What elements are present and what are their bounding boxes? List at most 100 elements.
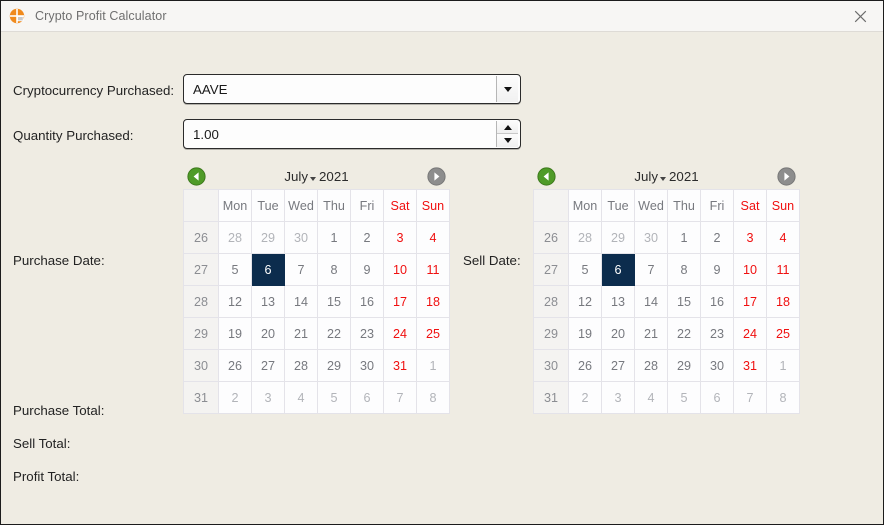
next-month-button[interactable] [427,166,446,186]
calendar-day[interactable]: 4 [416,221,450,254]
calendar-day[interactable]: 16 [350,285,384,318]
calendar-day[interactable]: 2 [218,381,252,414]
calendar-day[interactable]: 2 [568,381,602,414]
calendar-day[interactable]: 16 [700,285,734,318]
calendar-day[interactable]: 13 [251,285,285,318]
calendar-day[interactable]: 5 [667,381,701,414]
calendar-day[interactable]: 10 [383,253,417,286]
calendar-day[interactable]: 3 [733,221,767,254]
calendar-day[interactable]: 8 [667,253,701,286]
calendar-day-selected[interactable]: 6 [601,253,635,286]
quantity-decrement-button[interactable] [497,134,518,147]
calendar-day[interactable]: 28 [218,221,252,254]
year-label[interactable]: 2021 [319,169,349,184]
calendar-day[interactable]: 24 [383,317,417,350]
calendar-day[interactable]: 7 [284,253,318,286]
calendar-day[interactable]: 28 [568,221,602,254]
calendar-grid[interactable]: Mon Tue Wed Thu Fri Sat Sun 26 28 29 30 1 2 3 4 27 5 6 7 8… [183,189,450,414]
calendar-day[interactable]: 9 [350,253,384,286]
calendar-day[interactable]: 10 [733,253,767,286]
year-label[interactable]: 2021 [669,169,699,184]
calendar-weeks[interactable]: 26 28 29 30 1 2 3 4 27 5 6 7 8 9 10 11 28 12 13 14 15 16 17 18 2… [183,221,450,414]
calendar-day[interactable]: 9 [700,253,734,286]
calendar-day[interactable]: 18 [416,285,450,318]
calendar-day[interactable]: 22 [317,317,351,350]
calendar-day[interactable]: 13 [601,285,635,318]
close-button[interactable] [838,1,883,31]
calendar-day[interactable]: 28 [634,349,668,382]
calendar-day[interactable]: 29 [667,349,701,382]
calendar-day[interactable]: 29 [601,221,635,254]
calendar-day[interactable]: 29 [317,349,351,382]
cryptocurrency-select[interactable]: AAVE [183,74,521,104]
calendar-day[interactable]: 7 [383,381,417,414]
calendar-day[interactable]: 30 [634,221,668,254]
calendar-day[interactable]: 5 [568,253,602,286]
calendar-day[interactable]: 14 [284,285,318,318]
calendar-day[interactable]: 19 [568,317,602,350]
calendar-day[interactable]: 20 [601,317,635,350]
calendar-day[interactable]: 5 [317,381,351,414]
quantity-stepper[interactable]: 1.00 [183,119,521,149]
dropdown-button[interactable] [496,76,518,102]
calendar-day[interactable]: 1 [667,221,701,254]
calendar-day[interactable]: 3 [383,221,417,254]
calendar-day[interactable]: 4 [634,381,668,414]
calendar-day[interactable]: 26 [568,349,602,382]
calendar-day[interactable]: 4 [766,221,800,254]
quantity-spin-buttons[interactable] [496,121,518,147]
calendar-day[interactable]: 27 [251,349,285,382]
calendar-day[interactable]: 22 [667,317,701,350]
purchase-date-calendar[interactable]: July 2021 Mon Tue Wed Thu Fri Sat Sun 26… [183,163,450,414]
calendar-day[interactable]: 3 [601,381,635,414]
calendar-day[interactable]: 27 [601,349,635,382]
calendar-day[interactable]: 7 [634,253,668,286]
title-bar[interactable]: Crypto Profit Calculator [1,1,883,32]
calendar-grid[interactable]: Mon Tue Wed Thu Fri Sat Sun 26 28 29 30 1 2 3 4 27 5 6 7 8… [533,189,800,414]
next-month-button[interactable] [777,166,796,186]
prev-month-button[interactable] [187,166,206,186]
prev-month-button[interactable] [537,166,556,186]
calendar-day[interactable]: 12 [568,285,602,318]
calendar-day[interactable]: 28 [284,349,318,382]
calendar-day[interactable]: 1 [317,221,351,254]
calendar-day[interactable]: 31 [383,349,417,382]
month-selector[interactable]: July [634,169,667,184]
calendar-day[interactable]: 7 [733,381,767,414]
calendar-day[interactable]: 6 [700,381,734,414]
calendar-day[interactable]: 21 [634,317,668,350]
calendar-day[interactable]: 8 [766,381,800,414]
calendar-day[interactable]: 24 [733,317,767,350]
calendar-day[interactable]: 12 [218,285,252,318]
calendar-day[interactable]: 17 [733,285,767,318]
calendar-day[interactable]: 6 [350,381,384,414]
calendar-day[interactable]: 5 [218,253,252,286]
calendar-day[interactable]: 20 [251,317,285,350]
calendar-day[interactable]: 30 [700,349,734,382]
calendar-day[interactable]: 30 [350,349,384,382]
calendar-day[interactable]: 14 [634,285,668,318]
calendar-day[interactable]: 11 [416,253,450,286]
calendar-day[interactable]: 4 [284,381,318,414]
calendar-day[interactable]: 31 [733,349,767,382]
calendar-day[interactable]: 30 [284,221,318,254]
calendar-day[interactable]: 25 [416,317,450,350]
calendar-day[interactable]: 2 [700,221,734,254]
calendar-day[interactable]: 1 [766,349,800,382]
quantity-input[interactable]: 1.00 [184,127,496,142]
calendar-day[interactable]: 25 [766,317,800,350]
quantity-increment-button[interactable] [497,121,518,134]
calendar-day[interactable]: 17 [383,285,417,318]
calendar-day[interactable]: 11 [766,253,800,286]
sell-date-calendar[interactable]: July 2021 Mon Tue Wed Thu Fri Sat Sun 26… [533,163,800,414]
calendar-day[interactable]: 23 [700,317,734,350]
calendar-day[interactable]: 26 [218,349,252,382]
month-selector[interactable]: July [284,169,317,184]
calendar-day[interactable]: 3 [251,381,285,414]
calendar-day[interactable]: 8 [416,381,450,414]
calendar-day[interactable]: 29 [251,221,285,254]
calendar-weeks[interactable]: 26 28 29 30 1 2 3 4 27 5 6 7 8 9 10 11 28 12 13 14 15 16 17 18 2… [533,221,800,414]
calendar-day[interactable]: 21 [284,317,318,350]
calendar-day-selected[interactable]: 6 [251,253,285,286]
calendar-day[interactable]: 19 [218,317,252,350]
